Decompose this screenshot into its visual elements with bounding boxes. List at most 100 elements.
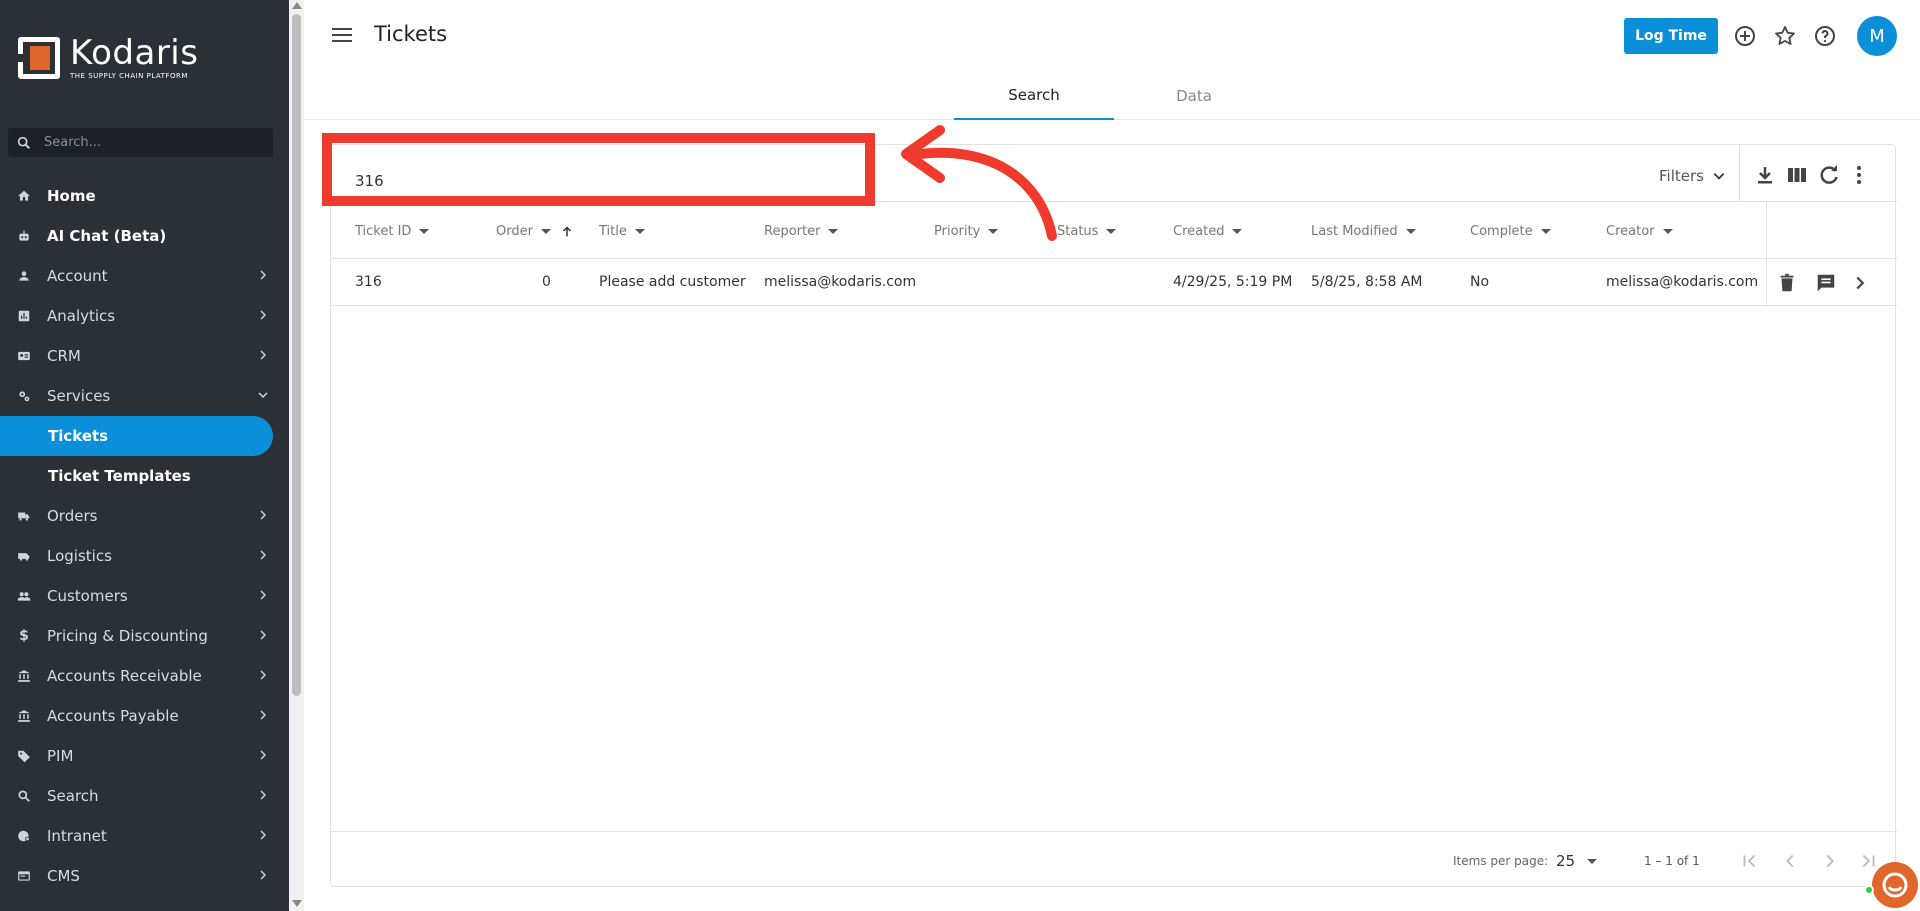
sidebar-item-customers[interactable]: Customers [0, 576, 289, 616]
sort-caret-icon [1106, 229, 1117, 234]
online-status-dot [1864, 885, 1874, 895]
items-per-page-select[interactable]: 25 [1556, 852, 1598, 870]
refresh-icon[interactable] [1817, 163, 1841, 187]
sidebar-item-accounts-payable[interactable]: Accounts Payable [0, 696, 289, 736]
table-paginator: Items per page: 25 1 – 1 of 1 [331, 831, 1897, 887]
column-header-created[interactable]: Created [1173, 224, 1243, 239]
sidebar-item-tickets[interactable]: Tickets [0, 416, 273, 456]
sidebar-item-accounts-receivable[interactable]: Accounts Receivable [0, 656, 289, 696]
next-page-icon[interactable] [1819, 850, 1841, 872]
van-icon [16, 548, 32, 564]
sidebar-search-input[interactable] [44, 135, 254, 150]
chat-face-icon [1882, 872, 1908, 898]
cell-creator: melissa@kodaris.com [1606, 274, 1759, 290]
columns-icon[interactable] [1785, 163, 1809, 187]
sidebar-item-search[interactable]: Search [0, 776, 289, 816]
previous-page-icon[interactable] [1779, 850, 1801, 872]
user-avatar[interactable]: M [1857, 16, 1897, 56]
column-header-reporter[interactable]: Reporter [764, 224, 839, 239]
window-icon [16, 868, 32, 884]
sidebar-item-ai-chat[interactable]: AI Chat (Beta) [0, 216, 289, 256]
column-header-last-modified[interactable]: Last Modified [1311, 224, 1416, 239]
robot-icon [16, 228, 32, 244]
cell-title: Please add customer [599, 274, 746, 290]
brand-tagline: THE SUPPLY CHAIN PLATFORM [70, 72, 188, 80]
log-time-button[interactable]: Log Time [1624, 18, 1718, 54]
chevron-right-icon [260, 670, 267, 680]
hamburger-menu-icon[interactable] [332, 27, 352, 43]
column-header-title[interactable]: Title [599, 224, 645, 239]
analytics-icon [16, 308, 32, 324]
sidebar-item-services[interactable]: Services [0, 376, 289, 416]
sort-caret-icon [1540, 229, 1551, 234]
comment-icon[interactable] [1815, 272, 1837, 294]
filters-button[interactable]: Filters [1659, 167, 1726, 185]
help-icon[interactable] [1813, 24, 1837, 48]
chevron-right-icon[interactable] [1849, 272, 1871, 294]
sidebar-item-crm[interactable]: CRM [0, 336, 289, 376]
search-icon [17, 136, 31, 149]
sidebar-item-orders[interactable]: Orders [0, 496, 289, 536]
chevron-right-icon [260, 590, 267, 600]
table-row[interactable]: 316 0 Please add customer melissa@kodari… [331, 259, 1897, 306]
kodaris-logo[interactable]: Kodaris THE SUPPLY CHAIN PLATFORM [18, 36, 198, 80]
star-icon[interactable] [1773, 24, 1797, 48]
first-page-icon[interactable] [1739, 850, 1761, 872]
items-per-page-label: Items per page: [1453, 854, 1549, 868]
sidebar-item-pricing[interactable]: $ Pricing & Discounting [0, 616, 289, 656]
last-page-icon[interactable] [1857, 850, 1879, 872]
dropdown-caret-icon [1587, 858, 1598, 864]
sidebar-item-intranet[interactable]: Intranet [0, 816, 289, 856]
gears-icon [16, 388, 32, 404]
sidebar-search [8, 128, 273, 157]
scroll-down-icon[interactable] [292, 900, 302, 907]
add-circle-icon[interactable] [1733, 24, 1757, 48]
chevron-down-icon [1713, 173, 1725, 180]
sidebar-item-cms[interactable]: CMS [0, 856, 289, 896]
sidebar-nav: Home AI Chat (Beta) Account Analytics CR… [0, 176, 289, 896]
globe-gear-icon [16, 828, 32, 844]
column-header-ticket-id[interactable]: Ticket ID [355, 224, 430, 239]
sort-caret-icon [419, 229, 430, 234]
more-vert-icon[interactable] [1847, 163, 1871, 187]
chevron-right-icon [260, 350, 267, 360]
sidebar-item-ticket-templates[interactable]: Ticket Templates [0, 456, 289, 496]
sidebar-item-pim[interactable]: PIM [0, 736, 289, 776]
column-header-order[interactable]: Order [496, 224, 573, 239]
tab-data[interactable]: Data [1114, 72, 1274, 120]
download-icon[interactable] [1753, 163, 1777, 187]
page-scrollbar[interactable] [289, 0, 304, 911]
scroll-up-icon[interactable] [292, 2, 302, 9]
scroll-thumb[interactable] [292, 14, 301, 696]
chevron-right-icon [260, 550, 267, 560]
chevron-right-icon [260, 870, 267, 880]
kodaris-logo-mark-icon [18, 37, 60, 79]
sidebar-item-logistics[interactable]: Logistics [0, 536, 289, 576]
chevron-right-icon [260, 830, 267, 840]
annotation-arrow-icon [901, 125, 1057, 241]
support-chat-button[interactable] [1872, 862, 1918, 908]
sort-caret-icon [634, 229, 645, 234]
sidebar-item-home[interactable]: Home [0, 176, 289, 216]
table-header: Ticket ID Order Title Reporter Priority … [331, 201, 1897, 259]
person-icon [16, 268, 32, 284]
arrow-up-icon [562, 225, 571, 236]
search-icon [16, 788, 32, 804]
delete-icon[interactable] [1776, 272, 1798, 294]
highlight-box [322, 133, 875, 206]
sort-caret-icon [540, 229, 551, 234]
truck-icon [16, 508, 32, 524]
cell-order: 0 [542, 274, 551, 290]
chevron-right-icon [260, 630, 267, 640]
page-range-label: 1 – 1 of 1 [1644, 854, 1700, 868]
contact-card-icon [16, 348, 32, 364]
sidebar-item-account[interactable]: Account [0, 256, 289, 296]
column-header-complete[interactable]: Complete [1470, 224, 1551, 239]
tag-icon [16, 748, 32, 764]
tab-search[interactable]: Search [954, 72, 1114, 120]
sidebar-item-analytics[interactable]: Analytics [0, 296, 289, 336]
chevron-right-icon [260, 750, 267, 760]
people-icon [16, 588, 32, 604]
cell-reporter: melissa@kodaris.com [764, 274, 917, 290]
column-header-creator[interactable]: Creator [1606, 224, 1673, 239]
